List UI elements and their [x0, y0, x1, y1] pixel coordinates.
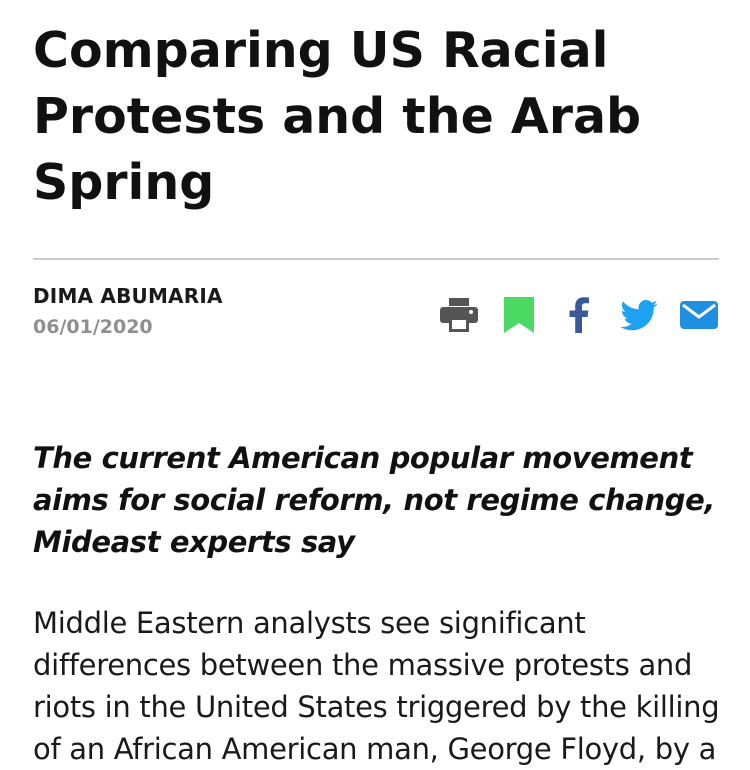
- email-share-button[interactable]: [679, 295, 719, 335]
- title-divider: [33, 258, 719, 260]
- share-toolbar: [419, 295, 719, 335]
- bookmark-icon: [504, 297, 534, 333]
- twitter-share-button[interactable]: [619, 295, 659, 335]
- facebook-share-button[interactable]: [559, 295, 599, 335]
- article-body: Middle Eastern analysts see significant …: [33, 606, 720, 766]
- article-subtitle: The current American popular movement ai…: [33, 441, 715, 559]
- email-icon: [680, 301, 718, 329]
- bookmark-button[interactable]: [499, 295, 539, 335]
- twitter-icon: [620, 299, 658, 331]
- print-icon: [440, 298, 478, 332]
- byline: DIMA ABUMARIA 06/01/2020: [33, 283, 719, 353]
- facebook-icon: [568, 297, 590, 333]
- article: Comparing US Racial Protests and the Ara…: [33, 0, 720, 766]
- article-title: Comparing US Racial Protests and the Ara…: [33, 22, 642, 211]
- print-button[interactable]: [439, 295, 479, 335]
